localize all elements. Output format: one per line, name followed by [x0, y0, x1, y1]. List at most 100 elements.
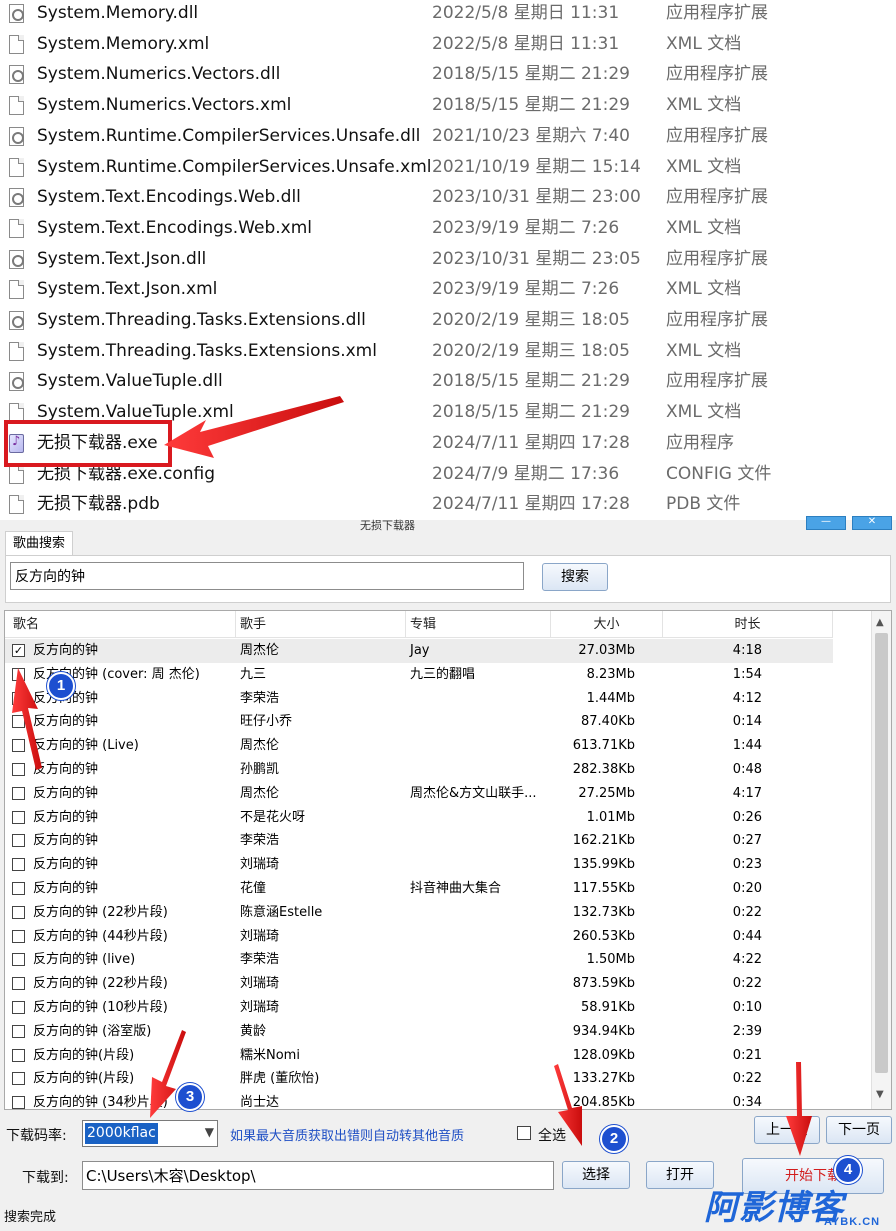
column-header-duration[interactable]: 时长 — [663, 611, 833, 638]
table-row[interactable]: 反方向的钟 (live) 李荣浩 1.50Mb 4:22 — [5, 948, 833, 972]
row-checkbox[interactable] — [12, 1001, 25, 1014]
table-row[interactable]: 反方向的钟 (Live) 周杰伦 613.71Kb 1:44 — [5, 734, 833, 758]
table-row[interactable]: 反方向的钟李荣浩1.44Mb4:12 — [5, 687, 833, 711]
row-checkbox[interactable] — [12, 786, 25, 800]
table-row[interactable]: 反方向的钟 (22秒片段) 陈意涵Estelle 132.73Kb 0:22 — [5, 901, 833, 925]
row-checkbox[interactable] — [12, 929, 25, 943]
downloader-window: 无损下载器 — ✕ 歌曲搜索 搜索 歌名 歌手 专辑 大小 时长 ✓反方向的钟周… — [0, 516, 896, 1231]
vertical-scrollbar[interactable]: ▲ ▼ — [871, 611, 891, 1109]
table-row[interactable]: 反方向的钟 (10秒片段) 刘瑞琦 58.91Kb 0:10 — [5, 996, 833, 1020]
table-row[interactable]: 反方向的钟 (34秒片段) 尚士达 204.85Kb 0:34 — [5, 1091, 833, 1109]
row-checkbox[interactable] — [12, 882, 25, 895]
row-checkbox[interactable] — [12, 715, 25, 729]
row-checkbox[interactable] — [12, 834, 25, 848]
song-size: 58.91Kb — [581, 1000, 635, 1015]
table-row[interactable]: 反方向的钟 刘瑞琦 135.99Kb 0:23 — [5, 853, 833, 877]
document-file-icon — [9, 157, 24, 177]
file-row[interactable]: System.Memory.xml 2022/5/8 星期日 11:31 XML 文… — [0, 29, 896, 60]
song-artist: 周杰伦 — [240, 785, 280, 801]
scroll-down-icon[interactable]: ▼ — [876, 1089, 884, 1100]
file-type: XML 文档 — [666, 156, 742, 177]
row-checkbox[interactable] — [12, 858, 25, 872]
table-row[interactable]: 反方向的钟 李荣浩 162.21Kb 0:27 — [5, 829, 833, 853]
table-row[interactable]: 反方向的钟 (浴室版) 黄龄 934.94Kb 2:39 — [5, 1020, 833, 1044]
scroll-up-icon[interactable]: ▲ — [876, 617, 884, 628]
file-name: System.Threading.Tasks.Extensions.dll — [37, 310, 366, 330]
download-path-input[interactable] — [82, 1161, 554, 1190]
table-row[interactable]: 反方向的钟 (cover: 周 杰伦) 九三 九三的翻唱 8.23Mb 1:54 — [5, 663, 833, 687]
song-size: 27.25Mb — [578, 785, 635, 801]
row-checkbox[interactable] — [12, 1024, 25, 1038]
file-row[interactable]: System.Text.Json.dll 2023/10/31 星期二 23:05… — [0, 244, 896, 275]
file-date: 2020/2/19 星期三 18:05 — [432, 340, 630, 361]
song-artist: 糯米Nomi — [240, 1047, 300, 1063]
dll-file-icon — [9, 126, 24, 146]
song-name: 反方向的钟 (22秒片段) — [33, 904, 168, 920]
watermark: 阿影博客 AYBK.CN — [700, 1180, 896, 1231]
close-button[interactable]: ✕ — [852, 516, 892, 530]
row-checkbox[interactable] — [12, 763, 25, 776]
song-duration: 0:20 — [732, 881, 762, 896]
select-all-checkbox[interactable] — [517, 1126, 531, 1140]
search-button[interactable]: 搜索 — [542, 563, 608, 591]
minimize-button[interactable]: — — [806, 516, 846, 530]
next-page-button[interactable]: 下一页 — [826, 1116, 892, 1144]
file-row[interactable]: System.Numerics.Vectors.xml 2018/5/15 星期二… — [0, 90, 896, 121]
chevron-down-icon[interactable]: ▼ — [205, 1125, 214, 1139]
column-header-size[interactable]: 大小 — [551, 611, 663, 638]
column-header-album[interactable]: 专辑 — [406, 611, 551, 638]
file-row[interactable]: System.Threading.Tasks.Extensions.xml 202… — [0, 336, 896, 367]
table-row[interactable]: 反方向的钟 周杰伦 周杰伦&方文山联手... 27.25Mb 4:17 — [5, 782, 833, 806]
row-checkbox[interactable]: ✓ — [12, 644, 25, 657]
file-row[interactable]: System.Text.Json.xml 2023/9/19 星期二 7:26 XM… — [0, 274, 896, 305]
search-input[interactable] — [10, 562, 524, 590]
file-row[interactable]: System.Threading.Tasks.Extensions.dll 202… — [0, 305, 896, 336]
row-checkbox[interactable] — [12, 810, 25, 824]
window-title: 无损下载器 — [360, 519, 415, 532]
table-row[interactable]: 反方向的钟 花僮 抖音神曲大集合 117.55Kb 0:20 — [5, 877, 833, 901]
row-checkbox[interactable] — [12, 905, 25, 919]
list-header: 歌名 歌手 专辑 大小 时长 — [5, 611, 833, 638]
table-row[interactable]: 反方向的钟 (22秒片段) 刘瑞琦 873.59Kb 0:22 — [5, 972, 833, 996]
file-row[interactable]: System.Runtime.CompilerServices.Unsafe.x… — [0, 152, 896, 183]
row-checkbox[interactable] — [12, 739, 25, 753]
browse-button[interactable]: 选择 — [562, 1161, 630, 1189]
prev-page-button[interactable]: 上一页 — [754, 1116, 820, 1144]
table-row[interactable]: 反方向的钟 孙鹏凯 282.38Kb 0:48 — [5, 758, 833, 782]
file-row[interactable]: System.Text.Encodings.Web.xml 2023/9/19 星… — [0, 213, 896, 244]
scrollbar-thumb[interactable] — [875, 633, 888, 1073]
file-row[interactable]: System.Numerics.Vectors.dll 2018/5/15 星期二… — [0, 59, 896, 90]
quality-select[interactable]: 2000kflac ▼ — [82, 1120, 218, 1147]
song-artist: 刘瑞琦 — [240, 1000, 280, 1015]
file-row[interactable]: System.Text.Encodings.Web.dll 2023/10/31 … — [0, 182, 896, 213]
row-checkbox[interactable] — [12, 667, 25, 681]
row-checkbox[interactable] — [12, 1072, 25, 1086]
select-all-label[interactable]: 全选 — [538, 1125, 566, 1145]
file-type: CONFIG 文件 — [666, 463, 772, 484]
file-row[interactable]: System.Memory.dll 2022/5/8 星期日 11:31 应用程序扩… — [0, 0, 896, 29]
row-checkbox[interactable] — [12, 691, 25, 705]
row-checkbox[interactable] — [12, 977, 25, 991]
title-bar[interactable]: 无损下载器 — ✕ — [0, 516, 896, 532]
table-row[interactable]: 反方向的钟 (44秒片段) 刘瑞琦 260.53Kb 0:44 — [5, 925, 833, 949]
row-checkbox[interactable] — [12, 1048, 25, 1062]
quality-selected-value: 2000kflac — [85, 1123, 158, 1144]
tab-song-search[interactable]: 歌曲搜索 — [5, 531, 73, 556]
row-checkbox[interactable] — [12, 953, 25, 967]
table-row[interactable]: 反方向的钟 不是花火呀 1.01Mb 0:26 — [5, 806, 833, 830]
song-name: 反方向的钟 — [33, 785, 99, 801]
song-name: 反方向的钟 (Live) — [33, 738, 139, 754]
song-list[interactable]: 歌名 歌手 专辑 大小 时长 ✓ 反方向的钟 周杰伦 Jay 27.03Mb 4:18 反方… — [4, 610, 892, 1110]
column-header-artist[interactable]: 歌手 — [236, 611, 406, 638]
table-row[interactable]: 反方向的钟 旺仔小乔 87.40Kb 0:14 — [5, 710, 833, 734]
column-header-name[interactable]: 歌名 — [5, 611, 236, 638]
song-album: Jay — [410, 643, 430, 658]
table-row[interactable]: 反方向的钟(片段) 糯米Nomi 128.09Kb 0:21 — [5, 1044, 833, 1068]
file-row[interactable]: System.Runtime.CompilerServices.Unsafe.d… — [0, 121, 896, 152]
table-row[interactable]: 反方向的钟(片段) 胖虎 (董欣怡) 133.27Kb 0:22 — [5, 1067, 833, 1091]
row-checkbox[interactable] — [12, 1096, 25, 1109]
file-row[interactable]: 无损下载器.pdb 2024/7/11 星期四 17:28 PDB 文件 — [0, 489, 896, 520]
file-row[interactable]: System.ValueTuple.dll 2018/5/15 星期二 21:29… — [0, 366, 896, 397]
table-row[interactable]: ✓ 反方向的钟 周杰伦 Jay 27.03Mb 4:18 — [5, 639, 833, 663]
song-duration: 0:48 — [732, 762, 762, 777]
